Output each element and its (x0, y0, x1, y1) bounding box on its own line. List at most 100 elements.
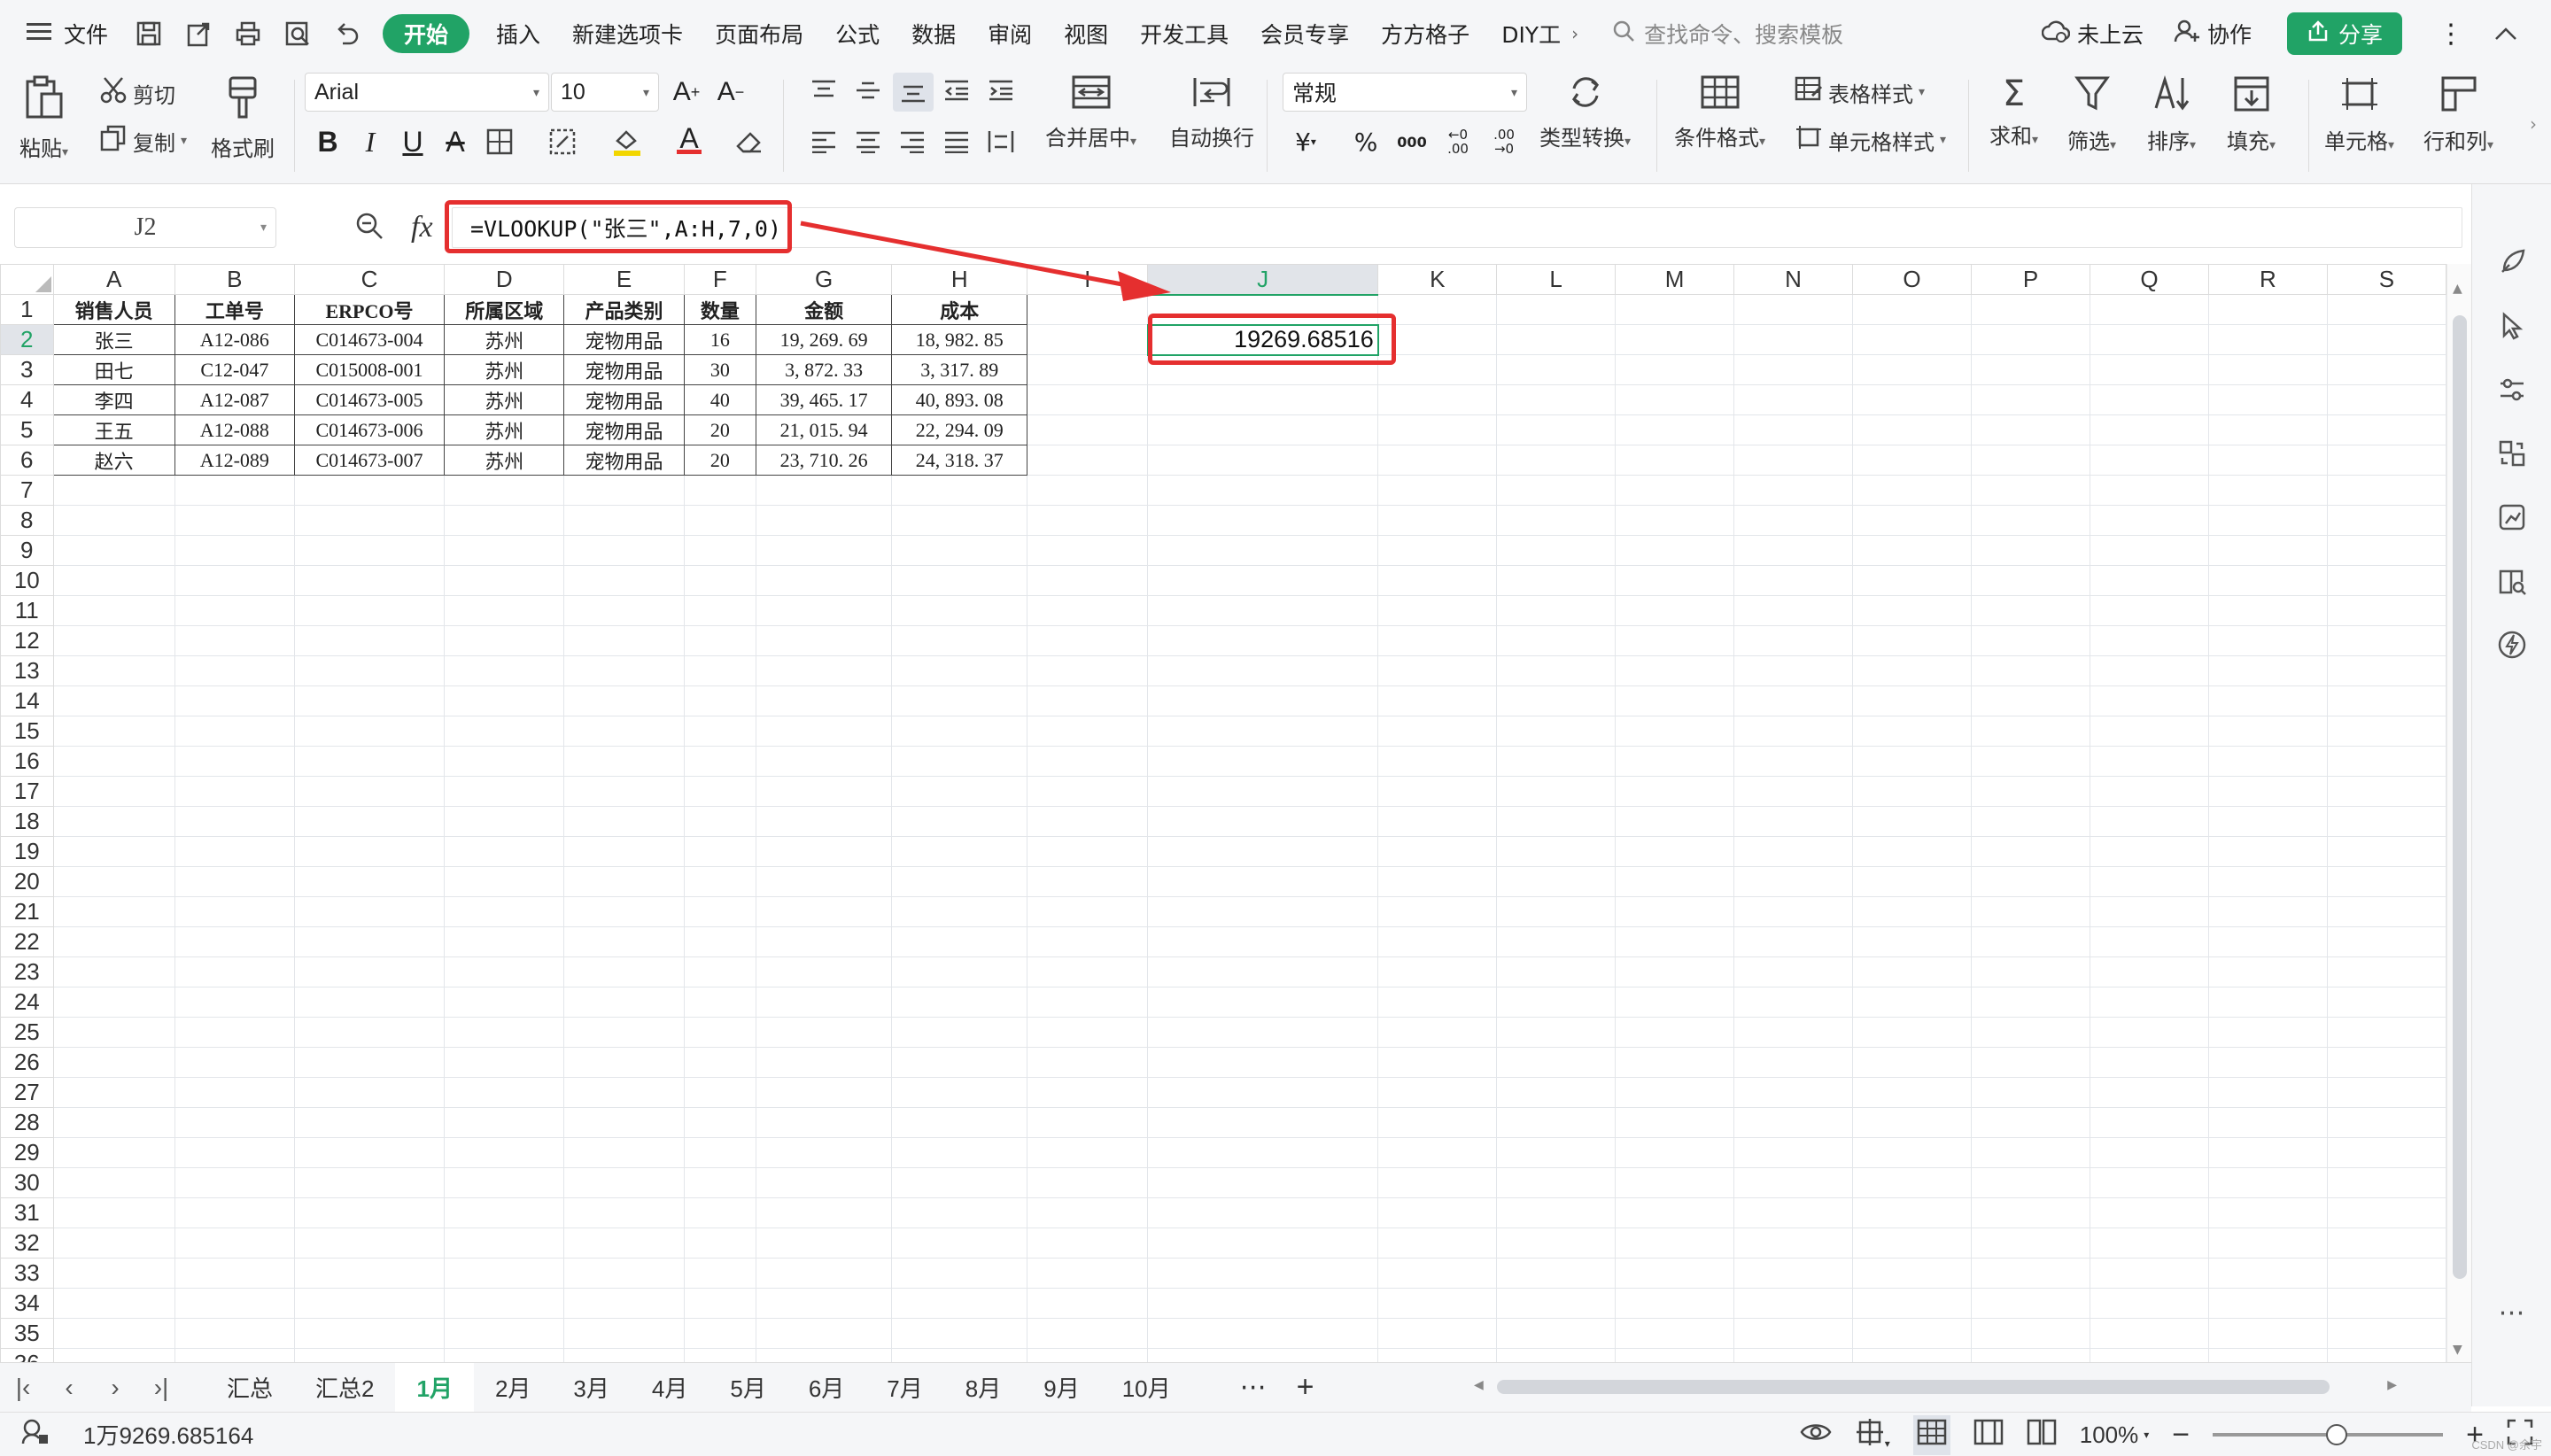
cell-j17[interactable] (1147, 776, 1379, 807)
cell-e19[interactable] (563, 836, 685, 867)
name-box[interactable]: J2 ▾ (14, 207, 276, 248)
cell-h18[interactable] (891, 806, 1028, 837)
cell-f12[interactable] (683, 625, 757, 656)
cell-h1[interactable]: 成本 (891, 294, 1028, 325)
cell-r20[interactable] (2207, 866, 2328, 897)
cell-l12[interactable] (1496, 625, 1617, 656)
cell-g36[interactable] (756, 1348, 893, 1362)
book-search-icon[interactable] (2489, 558, 2535, 604)
cell-j36[interactable] (1147, 1348, 1379, 1362)
cell-f22[interactable] (683, 926, 757, 957)
cell-g8[interactable] (756, 505, 893, 536)
cell-s35[interactable] (2326, 1318, 2446, 1349)
column-header-l[interactable]: L (1496, 264, 1617, 295)
cell-q34[interactable] (2089, 1288, 2209, 1319)
cell-i3[interactable] (1027, 354, 1149, 385)
column-header-o[interactable]: O (1852, 264, 1973, 295)
cell-q12[interactable] (2089, 625, 2209, 656)
cell-s13[interactable] (2326, 655, 2446, 686)
align-right-icon[interactable] (895, 124, 930, 159)
cell-h11[interactable] (891, 595, 1028, 626)
cell-o26[interactable] (1852, 1047, 1973, 1078)
cell-h4[interactable]: 40, 893. 08 (891, 384, 1028, 415)
cell-n26[interactable] (1733, 1047, 1854, 1078)
cell-b36[interactable] (174, 1348, 295, 1362)
row-header[interactable]: 2 (0, 324, 54, 355)
cell-p15[interactable] (1971, 716, 2090, 747)
cell-m9[interactable] (1615, 535, 1735, 566)
cell-s20[interactable] (2326, 866, 2446, 897)
cell-g11[interactable] (756, 595, 893, 626)
undo-icon[interactable] (322, 0, 372, 67)
cell-n1[interactable] (1733, 294, 1854, 325)
cell-n7[interactable] (1733, 475, 1854, 506)
cell-c14[interactable] (293, 685, 446, 716)
cell-p32[interactable] (1971, 1228, 2090, 1259)
cell-p3[interactable] (1971, 354, 2090, 385)
cell-h3[interactable]: 3, 317. 89 (891, 354, 1028, 385)
cell-g10[interactable] (756, 565, 893, 596)
cell-f17[interactable] (683, 776, 757, 807)
cell-d19[interactable] (444, 836, 565, 867)
cell-o35[interactable] (1852, 1318, 1973, 1349)
cell-r27[interactable] (2207, 1077, 2328, 1108)
cell-g17[interactable] (756, 776, 893, 807)
cell-e17[interactable] (563, 776, 685, 807)
cell-d10[interactable] (444, 565, 565, 596)
cell-g4[interactable]: 39, 465. 17 (756, 384, 893, 415)
cell-j31[interactable] (1147, 1197, 1379, 1228)
tab-review[interactable]: 审阅 (972, 0, 1048, 67)
cell-c32[interactable] (293, 1228, 446, 1259)
cell-n19[interactable] (1733, 836, 1854, 867)
cell-e14[interactable] (563, 685, 685, 716)
cell-j10[interactable] (1147, 565, 1379, 596)
cell-r18[interactable] (2207, 806, 2328, 837)
cell-m7[interactable] (1615, 475, 1735, 506)
cell-b17[interactable] (174, 776, 295, 807)
cell-i22[interactable] (1027, 926, 1149, 957)
cell-n3[interactable] (1733, 354, 1854, 385)
cell-k11[interactable] (1377, 595, 1498, 626)
cell-d33[interactable] (444, 1258, 565, 1289)
cell-c18[interactable] (293, 806, 446, 837)
cell-q17[interactable] (2089, 776, 2209, 807)
cell-k25[interactable] (1377, 1017, 1498, 1048)
cell-j32[interactable] (1147, 1228, 1379, 1259)
cell-h22[interactable] (891, 926, 1028, 957)
row-header[interactable]: 6 (0, 445, 54, 476)
share-button[interactable]: 分享 (2286, 12, 2402, 55)
cell-d7[interactable] (444, 475, 565, 506)
cell-l7[interactable] (1496, 475, 1617, 506)
cell-d18[interactable] (444, 806, 565, 837)
cell-c15[interactable] (293, 716, 446, 747)
cell-o36[interactable] (1852, 1348, 1973, 1362)
tab-fangfang[interactable]: 方方格子 (1365, 0, 1485, 67)
cell-m29[interactable] (1615, 1137, 1735, 1168)
cell-a8[interactable] (52, 505, 175, 536)
cell-c20[interactable] (293, 866, 446, 897)
cell-b2[interactable]: A12-086 (174, 324, 295, 355)
cell-c31[interactable] (293, 1197, 446, 1228)
cell-b9[interactable] (174, 535, 295, 566)
cell-d17[interactable] (444, 776, 565, 807)
column-header-e[interactable]: E (563, 264, 685, 295)
vertical-scrollbar[interactable]: ▲ ▼ (2446, 264, 2471, 1362)
cell-c34[interactable] (293, 1288, 446, 1319)
scroll-left-icon[interactable]: ◀ (1474, 1377, 1484, 1392)
cell-m32[interactable] (1615, 1228, 1735, 1259)
cell-a22[interactable] (52, 926, 175, 957)
cell-o28[interactable] (1852, 1107, 1973, 1138)
cell-l26[interactable] (1496, 1047, 1617, 1078)
cell-n22[interactable] (1733, 926, 1854, 957)
cell-b32[interactable] (174, 1228, 295, 1259)
cell-p31[interactable] (1971, 1197, 2090, 1228)
cell-f23[interactable] (683, 956, 757, 987)
cell-q29[interactable] (2089, 1137, 2209, 1168)
cell-d23[interactable] (444, 956, 565, 987)
cell-q13[interactable] (2089, 655, 2209, 686)
cell-e12[interactable] (563, 625, 685, 656)
table-style-button[interactable]: 表格样式 ▾ (1795, 76, 1925, 108)
cell-b4[interactable]: A12-087 (174, 384, 295, 415)
cell-k22[interactable] (1377, 926, 1498, 957)
cell-d15[interactable] (444, 716, 565, 747)
